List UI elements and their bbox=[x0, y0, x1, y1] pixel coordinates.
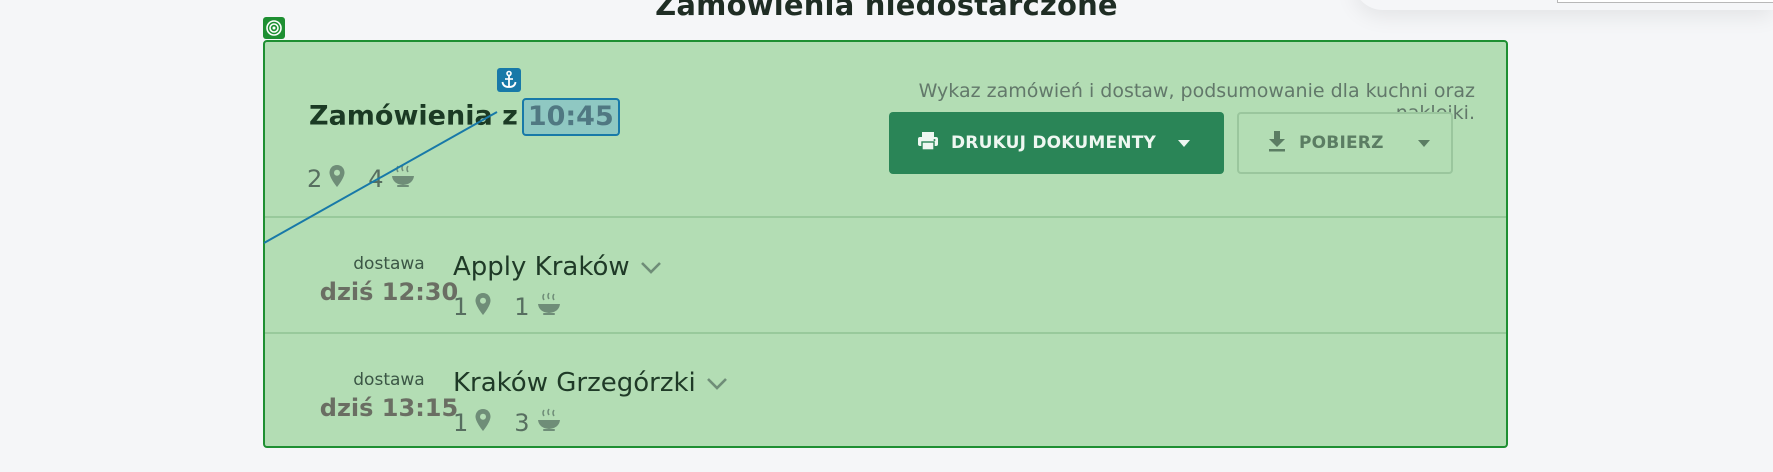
download-button[interactable]: POBIERZ bbox=[1237, 112, 1453, 174]
print-documents-label: DRUKUJ DOKUMENTY bbox=[951, 133, 1157, 153]
location-pin-icon bbox=[328, 164, 346, 194]
meals-count: 4 bbox=[368, 165, 384, 193]
delivery-row[interactable]: dostawa dziś 12:30 Apply Kraków 1 1 bbox=[265, 218, 1506, 334]
caret-down-icon[interactable] bbox=[1417, 133, 1430, 153]
print-documents-button[interactable]: DRUKUJ DOKUMENTY bbox=[889, 112, 1224, 174]
download-icon bbox=[1267, 130, 1287, 157]
locations-count: 1 bbox=[453, 293, 469, 321]
orders-title: Zamówienia z 10:45 bbox=[309, 98, 620, 136]
anchor-icon[interactable] bbox=[497, 68, 521, 92]
meals-count: 3 bbox=[514, 409, 530, 437]
delivery-counts: 1 1 bbox=[453, 292, 562, 322]
chevron-down-icon[interactable] bbox=[640, 252, 662, 282]
location-pin-icon bbox=[474, 408, 492, 438]
orders-header: Zamówienia z 10:45 2 4 Wykaz zamówień i d… bbox=[265, 42, 1506, 218]
delivery-counts: 1 3 bbox=[453, 408, 562, 438]
location-pin-icon bbox=[474, 292, 492, 322]
locations-count: 2 bbox=[307, 165, 323, 193]
caret-down-icon[interactable] bbox=[1178, 133, 1191, 153]
bowl-icon bbox=[536, 292, 562, 322]
orders-title-prefix: Zamówienia z bbox=[309, 100, 518, 132]
locations-count: 1 bbox=[453, 409, 469, 437]
delivery-name-text: Kraków Grzegórzki bbox=[453, 368, 696, 398]
bowl-icon bbox=[390, 164, 416, 194]
delivery-row[interactable]: dostawa dziś 13:15 Kraków Grzegórzki 1 3 bbox=[265, 334, 1506, 450]
printer-icon bbox=[917, 131, 939, 156]
delivery-name-text: Apply Kraków bbox=[453, 252, 630, 282]
delivery-name[interactable]: Kraków Grzegórzki bbox=[453, 368, 728, 398]
delivery-time: dziś 13:15 bbox=[319, 394, 459, 422]
orders-time[interactable]: 10:45 bbox=[521, 98, 620, 136]
delivery-time: dziś 12:30 bbox=[319, 278, 459, 306]
target-icon[interactable] bbox=[263, 17, 285, 39]
meals-count: 1 bbox=[514, 293, 530, 321]
delivery-type: dostawa bbox=[353, 370, 425, 390]
orders-summary-counts: 2 4 bbox=[307, 164, 416, 194]
chevron-down-icon[interactable] bbox=[706, 368, 728, 398]
delivery-name[interactable]: Apply Kraków bbox=[453, 252, 662, 282]
download-label: POBIERZ bbox=[1299, 133, 1384, 153]
bowl-icon bbox=[536, 408, 562, 438]
delivery-type: dostawa bbox=[353, 254, 425, 274]
orders-panel: Zamówienia z 10:45 2 4 Wykaz zamówień i d… bbox=[263, 40, 1508, 448]
